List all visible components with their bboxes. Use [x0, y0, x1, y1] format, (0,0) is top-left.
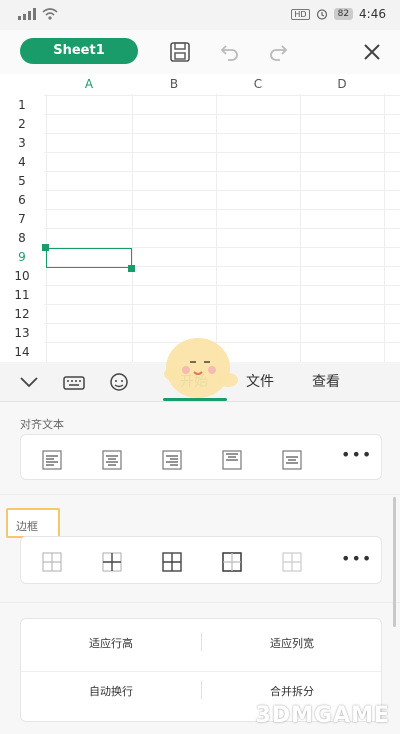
- border-more-button[interactable]: •••: [341, 549, 372, 568]
- grid-line: [44, 114, 400, 115]
- align-top-icon[interactable]: [221, 449, 243, 471]
- row-header[interactable]: 1: [0, 98, 44, 112]
- grid-line: [44, 133, 400, 134]
- undo-icon[interactable]: [218, 40, 242, 64]
- border-none-icon[interactable]: [281, 551, 303, 573]
- column-header-b[interactable]: B: [132, 74, 216, 94]
- grid-line: [44, 304, 400, 305]
- status-bar: HD 82 4:46: [0, 0, 400, 30]
- align-more-button[interactable]: •••: [341, 445, 372, 464]
- action-divider: [21, 671, 381, 672]
- border-card: •••: [20, 536, 382, 584]
- selection-handle-top-left[interactable]: [42, 244, 49, 251]
- fit-row-height-button[interactable]: 适应行高: [21, 635, 201, 651]
- row-header[interactable]: 14: [0, 345, 44, 359]
- row-header[interactable]: 11: [0, 288, 44, 302]
- grid-line: [44, 171, 400, 172]
- selection-handle-bottom-right[interactable]: [128, 265, 135, 272]
- tab-file[interactable]: 文件: [246, 371, 274, 391]
- fit-column-width-button[interactable]: 适应列宽: [202, 635, 382, 651]
- border-outer-icon[interactable]: [221, 551, 243, 573]
- tab-view[interactable]: 查看: [312, 371, 340, 391]
- row-header[interactable]: 7: [0, 212, 44, 226]
- row-header[interactable]: 6: [0, 193, 44, 207]
- align-section-label: 对齐文本: [20, 418, 64, 431]
- signal-icon: [18, 8, 36, 20]
- border-section-label: 边框: [6, 508, 60, 538]
- border-inner-icon[interactable]: [101, 551, 123, 573]
- alarm-icon: [316, 9, 327, 20]
- row-header[interactable]: 13: [0, 326, 44, 340]
- selected-cell[interactable]: [46, 248, 132, 268]
- section-divider: [0, 602, 400, 603]
- redo-icon[interactable]: [266, 40, 290, 64]
- align-center-icon[interactable]: [101, 449, 123, 471]
- align-middle-icon[interactable]: [281, 449, 303, 471]
- row-header[interactable]: 12: [0, 307, 44, 321]
- panel-scrollbar[interactable]: [393, 497, 396, 627]
- wifi-icon: [42, 8, 58, 20]
- grid-line: [44, 190, 400, 191]
- watermark-logo: 3DMGAME: [255, 703, 390, 728]
- status-signal: [18, 8, 58, 20]
- mascot-illustration: [164, 338, 238, 398]
- keyboard-icon[interactable]: [62, 372, 86, 392]
- top-toolbar: Sheet1: [0, 30, 400, 74]
- spreadsheet-grid[interactable]: A B C D 1 2 3 4 5 6 7 8 9 10 11 12 13 14: [0, 74, 400, 364]
- close-icon[interactable]: [360, 40, 384, 64]
- row-header-selected[interactable]: 9: [0, 250, 44, 264]
- chevron-down-icon[interactable]: [18, 374, 40, 390]
- wrap-text-button[interactable]: 自动换行: [21, 683, 201, 699]
- align-right-icon[interactable]: [161, 449, 183, 471]
- row-header[interactable]: 3: [0, 136, 44, 150]
- grid-line: [44, 95, 400, 96]
- border-all-icon[interactable]: [41, 551, 63, 573]
- border-grid-icon[interactable]: [161, 551, 183, 573]
- column-header-a[interactable]: A: [46, 74, 132, 94]
- align-left-icon[interactable]: [41, 449, 63, 471]
- grid-line: [44, 228, 400, 229]
- row-header[interactable]: 5: [0, 174, 44, 188]
- row-header[interactable]: 8: [0, 231, 44, 245]
- save-icon[interactable]: [168, 40, 192, 64]
- sheet-tab[interactable]: Sheet1: [20, 38, 138, 64]
- row-header[interactable]: 2: [0, 117, 44, 131]
- merge-split-button[interactable]: 合并拆分: [202, 683, 382, 699]
- section-divider: [0, 494, 400, 495]
- align-card: •••: [20, 434, 382, 480]
- row-header[interactable]: 10: [0, 269, 44, 283]
- column-header-d[interactable]: D: [300, 74, 384, 94]
- hd-badge: HD: [291, 8, 310, 20]
- grid-line: [44, 152, 400, 153]
- clock: 4:46: [359, 7, 386, 21]
- emoji-icon[interactable]: [108, 371, 130, 393]
- battery-level: 82: [333, 8, 354, 20]
- column-header-c[interactable]: C: [216, 74, 300, 94]
- grid-line: [44, 285, 400, 286]
- format-panel: 对齐文本 ••• 边框 ••• 适应行高 适应列宽 自动换行 合并拆分 3DMG…: [0, 402, 400, 734]
- row-header[interactable]: 4: [0, 155, 44, 169]
- grid-line: [44, 209, 400, 210]
